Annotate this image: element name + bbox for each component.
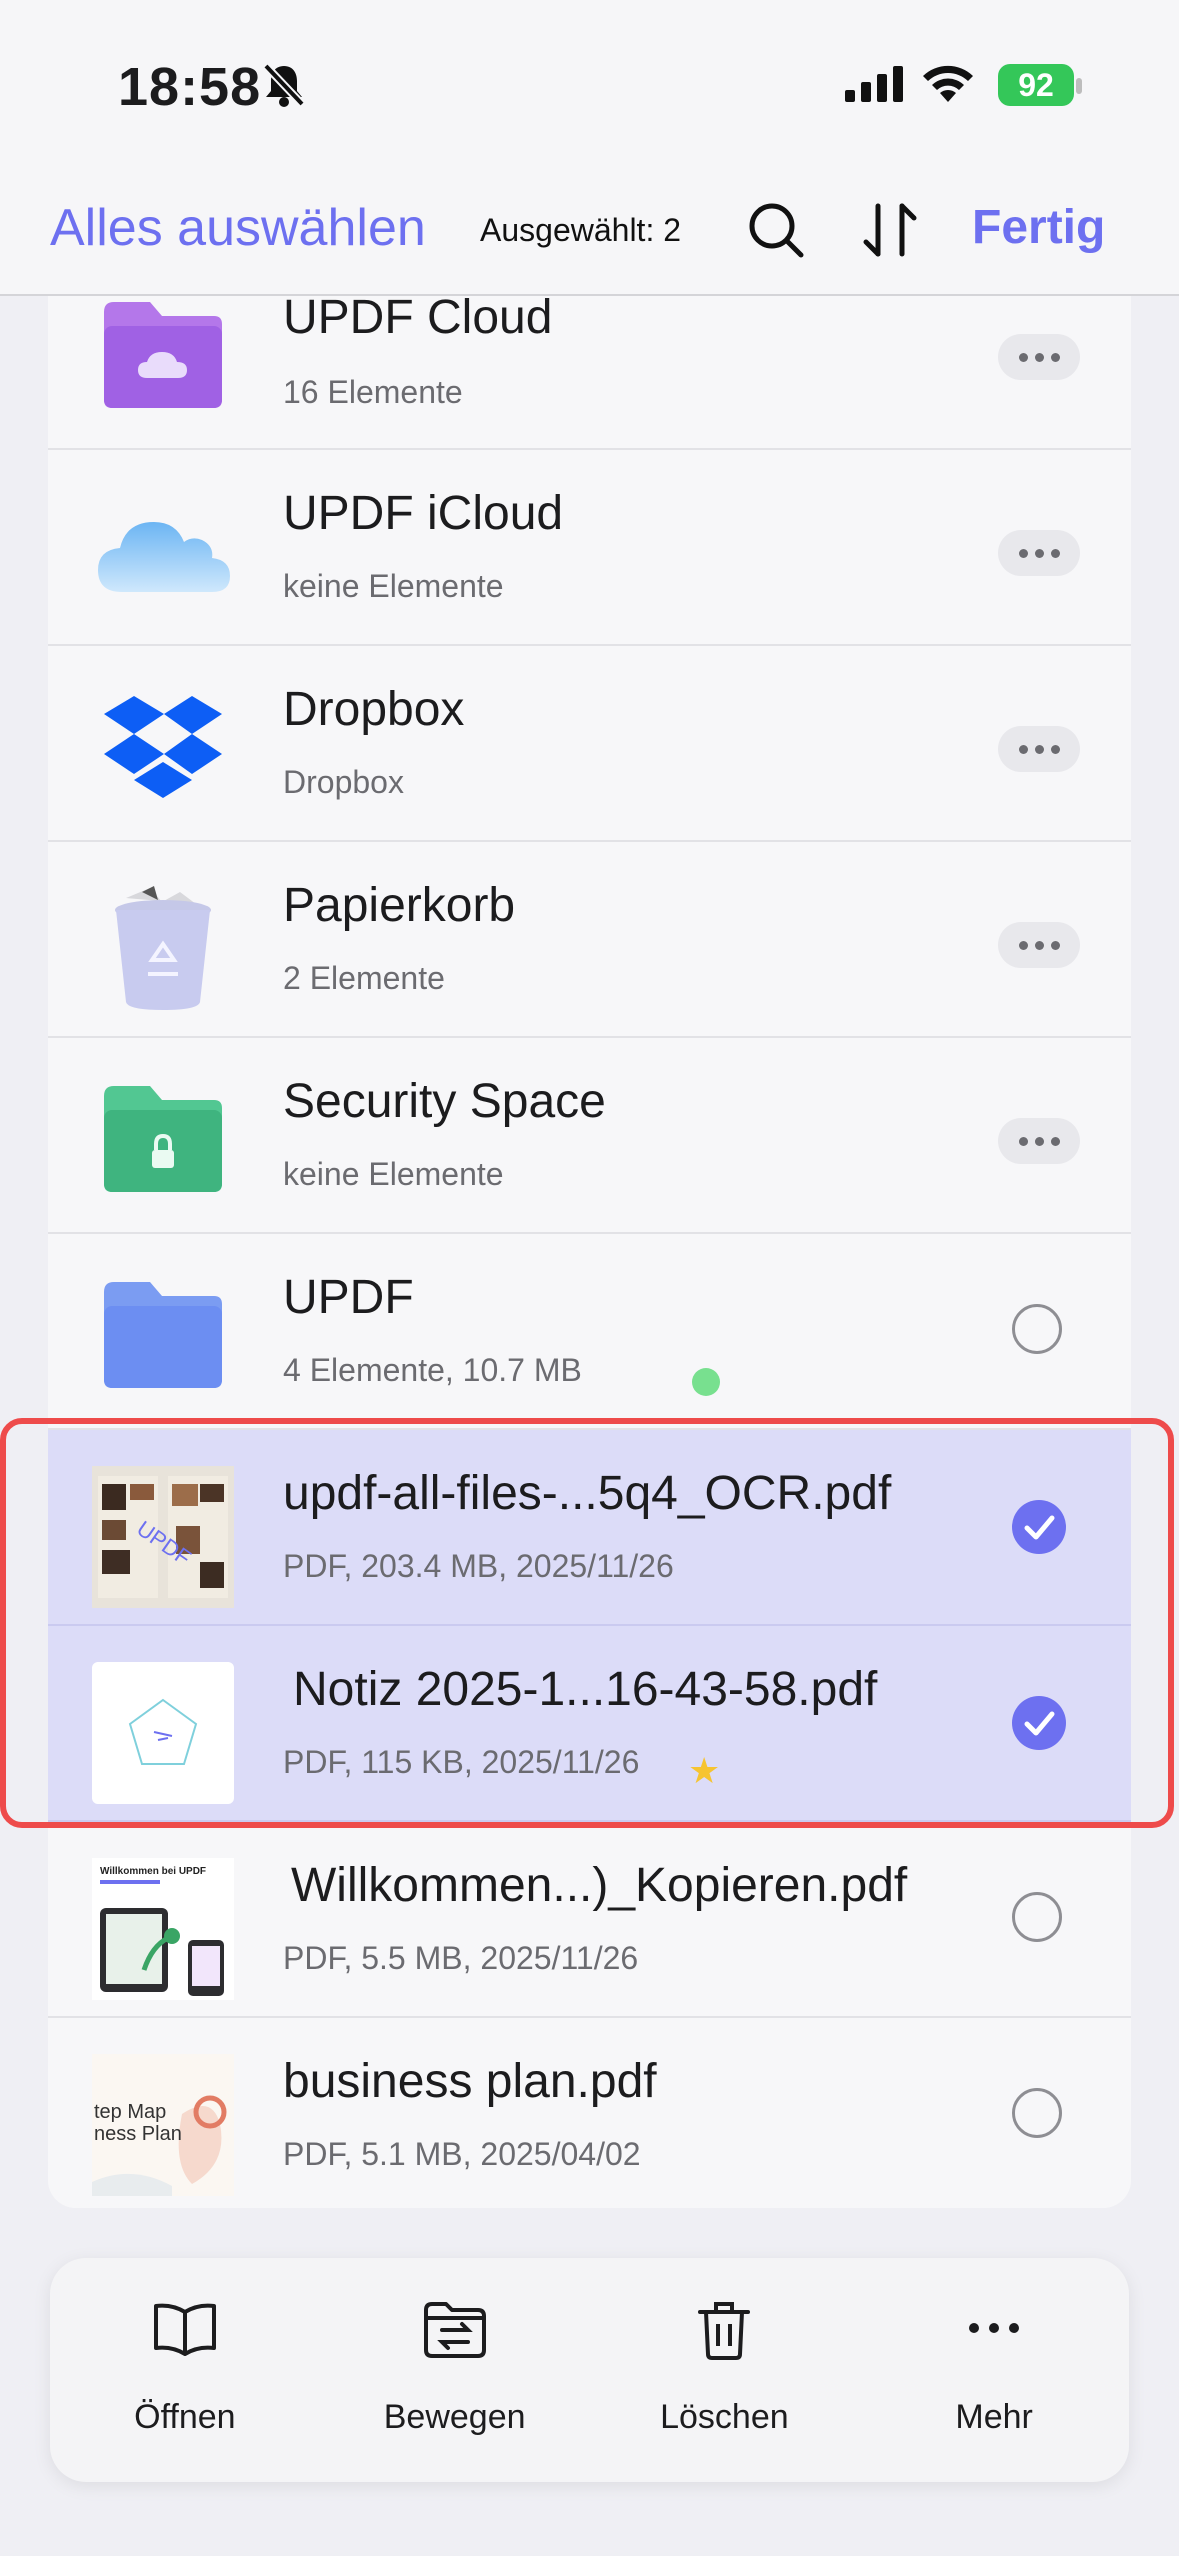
pdf-thumbnail: Willkommen bei UPDF — [92, 1858, 234, 2000]
cloud-folder-icon — [92, 296, 234, 434]
trash-icon — [698, 2302, 751, 2360]
icloud-icon — [92, 486, 234, 628]
item-more-button[interactable] — [998, 922, 1080, 968]
item-title: Papierkorb — [283, 879, 516, 932]
selected-count-label: Ausgewählt: 2 — [480, 212, 682, 248]
item-more-button[interactable] — [998, 1118, 1080, 1164]
selection-nav-bar: Alles auswählen Ausgewählt: 2 Fertig — [0, 170, 1179, 296]
item-title: Dropbox — [283, 683, 465, 736]
item-subtitle: Dropbox — [283, 764, 404, 800]
item-title: updf-all-files-...5q4_OCR.pdf — [283, 1467, 892, 1520]
item-title: UPDF iCloud — [283, 487, 564, 540]
open-book-icon — [153, 2303, 216, 2356]
sort-icon[interactable] — [862, 200, 918, 265]
list-item[interactable]: UPDF iCloud keine Elemente — [48, 450, 1131, 646]
folder-icon — [92, 1270, 234, 1412]
item-subtitle: keine Elemente — [283, 1156, 504, 1192]
delete-button[interactable]: Löschen — [590, 2258, 860, 2482]
open-button[interactable]: Öffnen — [50, 2258, 320, 2482]
select-radio[interactable] — [1012, 2088, 1062, 2138]
star-icon: ★ — [688, 1750, 721, 1791]
item-subtitle: 4 Elemente, 10.7 MB — [283, 1352, 582, 1388]
note-thumbnail — [92, 1662, 234, 1804]
list-item[interactable]: Papierkorb 2 Elemente — [48, 842, 1131, 1038]
open-label: Öffnen — [134, 2398, 236, 2436]
list-item[interactable]: tep Map ness Plan business plan.pdf PDF, … — [48, 2018, 1131, 2208]
item-subtitle: 2 Elemente — [283, 960, 445, 996]
done-button[interactable]: Fertig — [972, 200, 1105, 255]
cellular-signal-icon — [845, 66, 905, 107]
silent-bell-icon — [262, 62, 306, 113]
move-folder-icon — [423, 2302, 486, 2358]
more-label: Mehr — [955, 2398, 1033, 2436]
status-bar: 18:58 92 — [0, 0, 1179, 170]
move-label: Bewegen — [383, 2398, 526, 2436]
item-subtitle: PDF, 203.4 MB, 2025/11/26 — [283, 1548, 674, 1584]
item-more-button[interactable] — [998, 334, 1080, 380]
item-subtitle: keine Elemente — [283, 568, 504, 604]
list-item[interactable]: Notiz 2025-1...16-43-58.pdf PDF, 115 KB,… — [48, 1626, 1131, 1822]
status-time: 18:58 — [118, 57, 262, 117]
bottom-action-toolbar: Öffnen Bewegen Löschen Mehr — [50, 2258, 1129, 2482]
item-title: UPDF — [283, 1271, 414, 1324]
item-subtitle: 16 Elemente — [283, 374, 463, 410]
item-title: Willkommen...)_Kopieren.pdf — [291, 1859, 908, 1912]
more-button[interactable]: Mehr — [859, 2258, 1129, 2482]
item-subtitle: PDF, 115 KB, 2025/11/26 — [283, 1744, 640, 1780]
more-dots-icon — [969, 2323, 1020, 2333]
search-icon[interactable] — [746, 200, 806, 265]
checked-checkmark-icon[interactable] — [1012, 1696, 1066, 1750]
battery-tip — [1076, 78, 1082, 94]
list-item[interactable]: UPDF updf-all-files-...5q4_OCR.pdf PDF, … — [48, 1430, 1131, 1626]
pdf-thumbnail: tep Map ness Plan — [92, 2054, 234, 2196]
file-list: UPDF Cloud 16 Elemente UPDF iCloud keine… — [48, 296, 1131, 2208]
item-subtitle: PDF, 5.5 MB, 2025/11/26 — [283, 1940, 639, 1976]
select-radio[interactable] — [1012, 1304, 1062, 1354]
dropbox-icon — [92, 682, 234, 824]
item-more-button[interactable] — [998, 726, 1080, 772]
move-button[interactable]: Bewegen — [320, 2258, 590, 2482]
list-item[interactable]: Security Space keine Elemente — [48, 1038, 1131, 1234]
lock-folder-icon — [92, 1074, 234, 1216]
item-subtitle: PDF, 5.1 MB, 2025/04/02 — [283, 2136, 641, 2172]
battery-icon: 92 — [998, 64, 1074, 106]
list-item[interactable]: Willkommen bei UPDF Willkommen...)_Kopie… — [48, 1822, 1131, 2018]
item-title: Notiz 2025-1...16-43-58.pdf — [293, 1663, 878, 1716]
list-item[interactable]: UPDF Cloud 16 Elemente — [48, 296, 1131, 450]
checked-checkmark-icon[interactable] — [1012, 1500, 1066, 1554]
item-title: Security Space — [283, 1075, 606, 1128]
list-item[interactable]: UPDF 4 Elemente, 10.7 MB — [48, 1234, 1131, 1430]
item-title: business plan.pdf — [283, 2055, 657, 2108]
item-more-button[interactable] — [998, 530, 1080, 576]
select-radio[interactable] — [1012, 1892, 1062, 1942]
item-title: UPDF Cloud — [283, 296, 553, 344]
pdf-thumbnail: UPDF — [92, 1466, 234, 1608]
green-tag-dot — [692, 1368, 720, 1396]
select-all-button[interactable]: Alles auswählen — [50, 198, 426, 258]
list-item[interactable]: Dropbox Dropbox — [48, 646, 1131, 842]
wifi-icon — [920, 62, 976, 109]
thumb-heading: Willkommen bei UPDF — [100, 1866, 206, 1877]
delete-label: Löschen — [660, 2398, 789, 2436]
trash-bin-icon — [92, 878, 234, 1020]
battery-level: 92 — [1018, 66, 1054, 103]
